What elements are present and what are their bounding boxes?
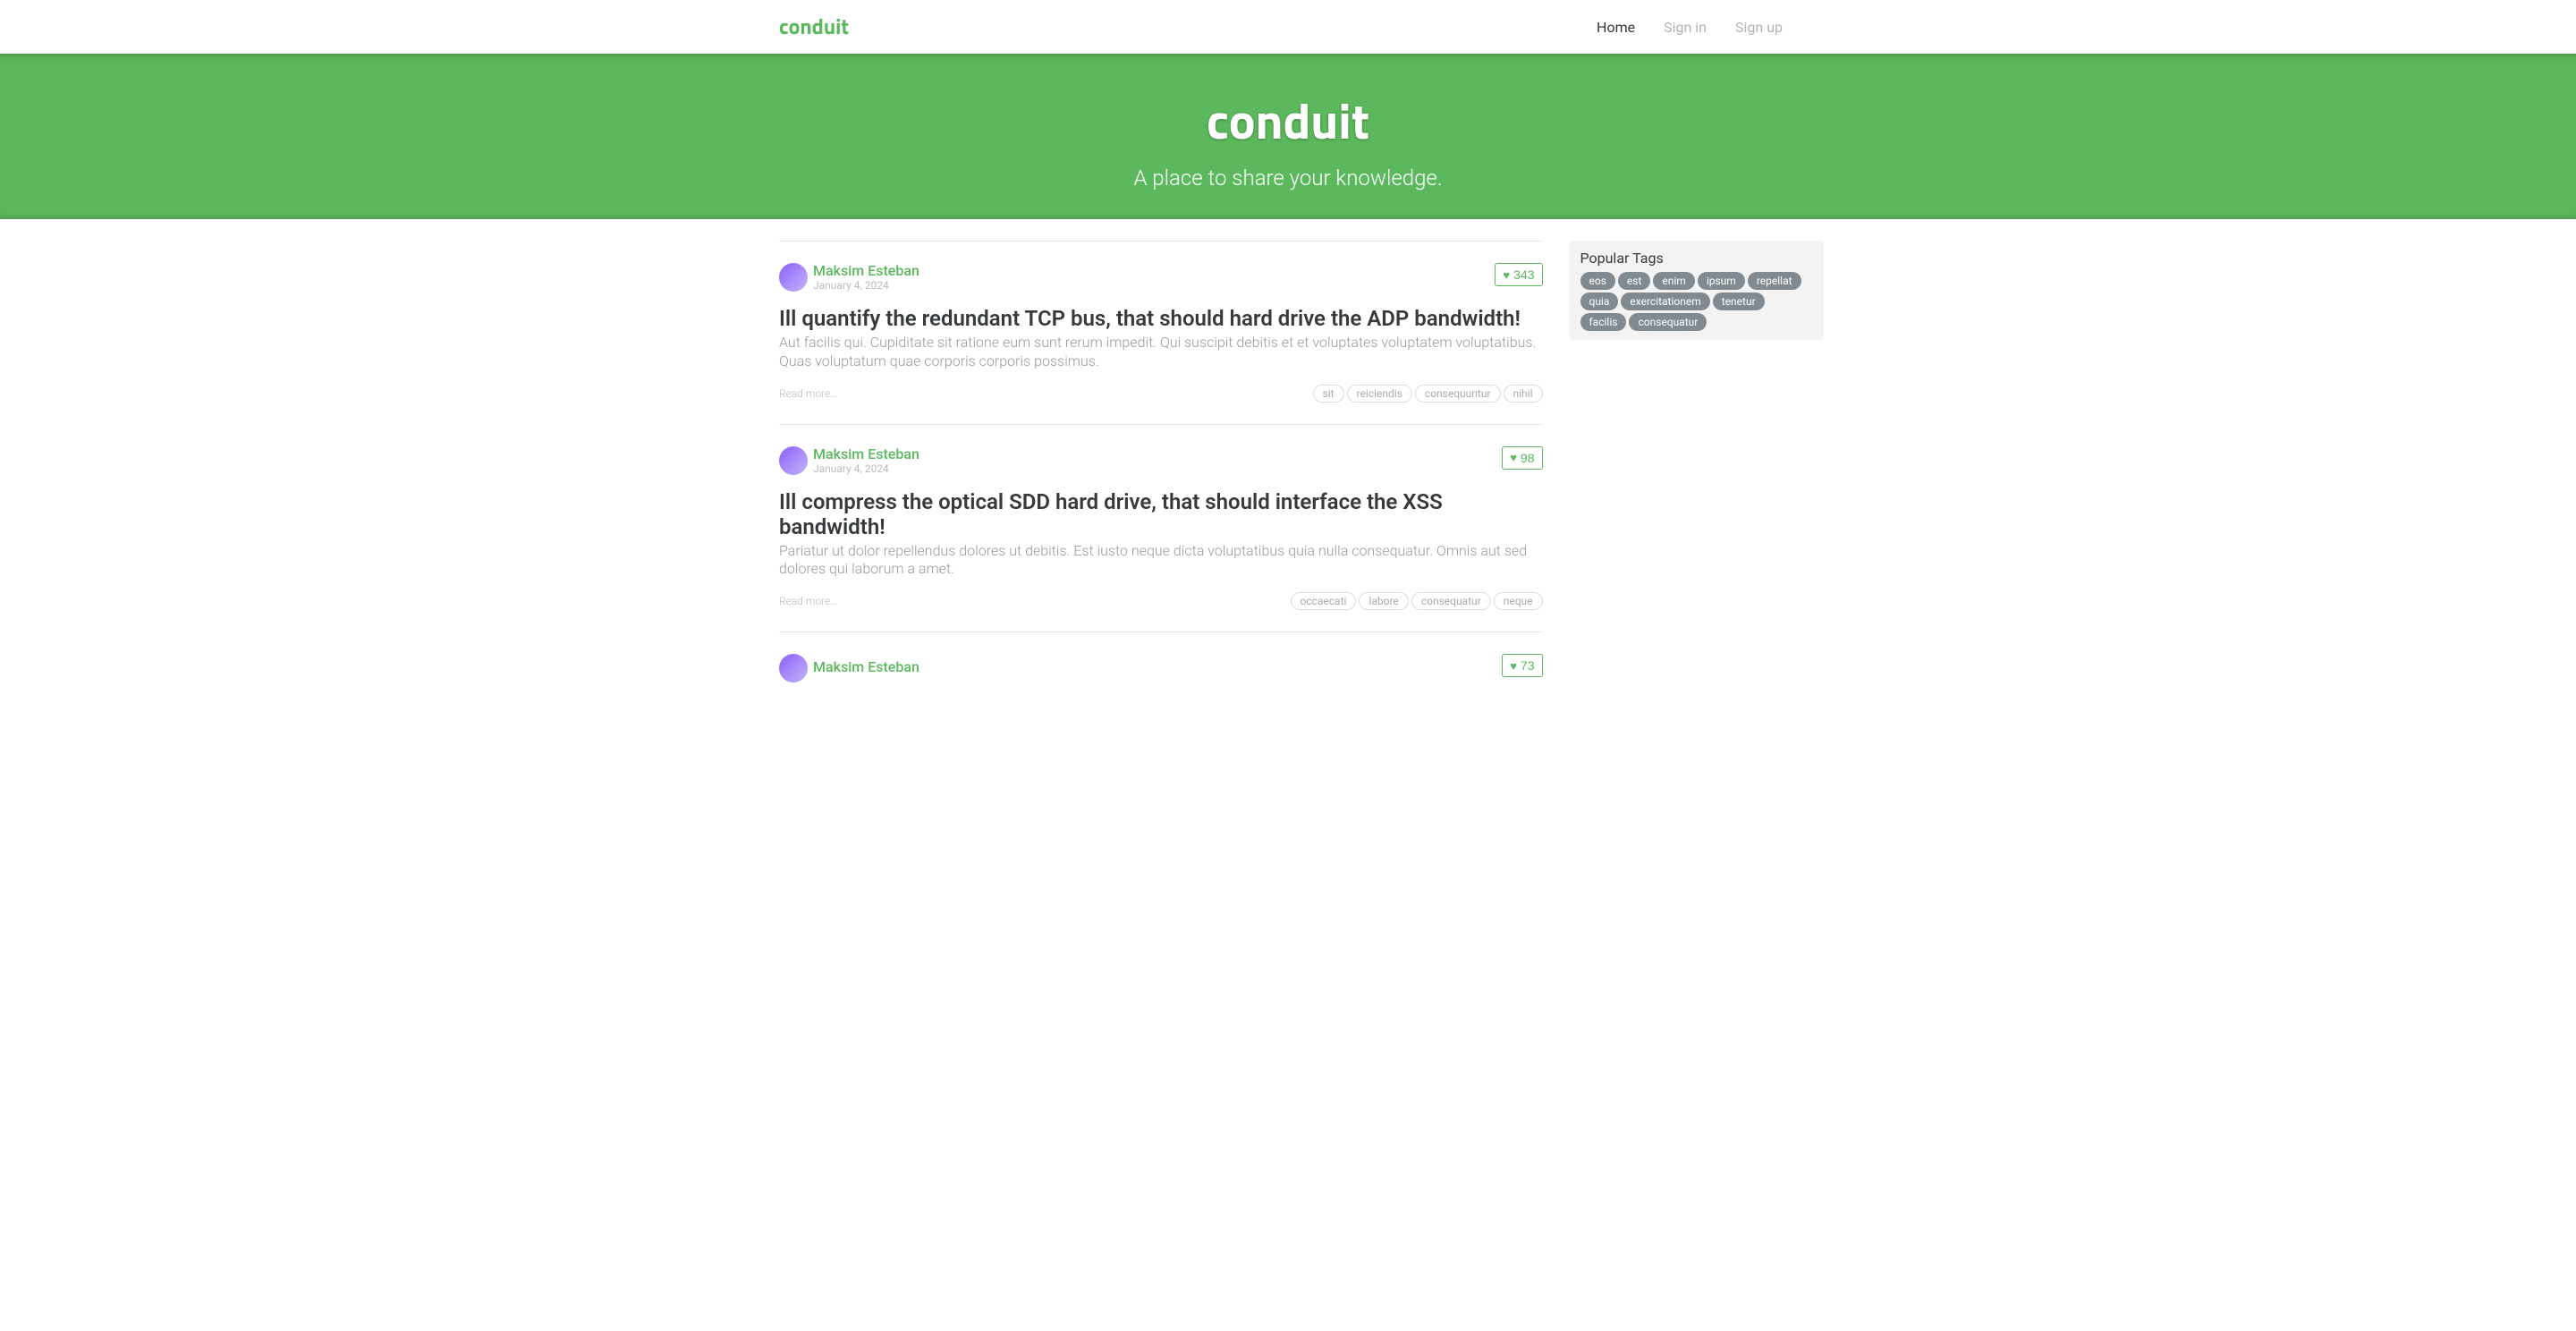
tag[interactable]: reiciendis xyxy=(1347,385,1412,403)
brand-logo[interactable]: conduit xyxy=(779,7,849,47)
article-preview: Maksim Esteban ♥ 73 xyxy=(779,632,1543,718)
article-info: Maksim Esteban xyxy=(813,660,919,676)
popular-tag[interactable]: enim xyxy=(1653,272,1694,290)
author-link[interactable]: Maksim Esteban xyxy=(813,447,919,462)
like-button[interactable]: ♥ 98 xyxy=(1502,446,1542,470)
heart-icon: ♥ xyxy=(1510,659,1517,673)
read-more-link[interactable]: Read more... xyxy=(779,595,838,607)
tag[interactable]: nihil xyxy=(1504,385,1543,403)
heart-icon: ♥ xyxy=(1503,268,1510,282)
article-title[interactable]: Ill quantify the redundant TCP bus, that… xyxy=(779,306,1543,331)
article-title[interactable]: Ill compress the optical SDD hard drive,… xyxy=(779,489,1543,539)
tag[interactable]: consequuntur xyxy=(1415,385,1501,403)
nav-signin[interactable]: Sign in xyxy=(1649,12,1721,43)
article-preview: Maksim Esteban January 4, 2024 ♥ 98 Ill … xyxy=(779,424,1543,632)
article-tags: occaecati labore consequatur neque xyxy=(1291,592,1543,610)
article-preview: Maksim Esteban January 4, 2024 ♥ 343 Ill… xyxy=(779,241,1543,424)
popular-tag[interactable]: facilis xyxy=(1580,313,1627,331)
tag[interactable]: neque xyxy=(1494,592,1543,610)
like-button[interactable]: ♥ 343 xyxy=(1495,263,1542,286)
popular-tag[interactable]: exercitationem xyxy=(1621,292,1709,310)
nav-home[interactable]: Home xyxy=(1582,12,1649,43)
article-date: January 4, 2024 xyxy=(813,280,919,291)
like-count: 343 xyxy=(1513,267,1534,282)
article-meta: Maksim Esteban January 4, 2024 ♥ 343 xyxy=(779,263,1543,292)
read-more-link[interactable]: Read more... xyxy=(779,387,838,400)
popular-tag[interactable]: consequatur xyxy=(1629,313,1707,331)
heart-icon: ♥ xyxy=(1510,451,1517,464)
article-meta: Maksim Esteban ♥ 73 xyxy=(779,654,1543,682)
banner-subtitle: A place to share your knowledge. xyxy=(29,165,2547,191)
article-description: Pariatur ut dolor repellendus dolores ut… xyxy=(779,542,1543,580)
article-date: January 4, 2024 xyxy=(813,463,919,474)
popular-tag[interactable]: ipsum xyxy=(1698,272,1745,290)
article-footer: Read more... sit reiciendis consequuntur… xyxy=(779,385,1543,403)
author-link[interactable]: Maksim Esteban xyxy=(813,660,919,674)
sidebar-column: Popular Tags eos est enim ipsum repellat… xyxy=(1570,241,1825,718)
article-info: Maksim Esteban January 4, 2024 xyxy=(813,264,919,291)
nav-links: Home Sign in Sign up xyxy=(1582,12,1797,43)
popular-tag[interactable]: eos xyxy=(1580,272,1615,290)
article-meta: Maksim Esteban January 4, 2024 ♥ 98 xyxy=(779,446,1543,475)
popular-tag[interactable]: est xyxy=(1618,272,1650,290)
tag[interactable]: sit xyxy=(1313,385,1344,403)
article-info: Maksim Esteban January 4, 2024 xyxy=(813,447,919,474)
like-count: 98 xyxy=(1521,451,1535,465)
like-button[interactable]: ♥ 73 xyxy=(1502,654,1542,677)
tag[interactable]: consequatur xyxy=(1411,592,1491,610)
tag[interactable]: occaecati xyxy=(1291,592,1357,610)
article-tags: sit reiciendis consequuntur nihil xyxy=(1313,385,1543,403)
main-container: Maksim Esteban January 4, 2024 ♥ 343 Ill… xyxy=(765,241,1811,718)
like-count: 73 xyxy=(1521,658,1535,673)
banner: conduit A place to share your knowledge. xyxy=(0,54,2576,219)
nav-signup[interactable]: Sign up xyxy=(1721,12,1797,43)
popular-tag[interactable]: tenetur xyxy=(1713,292,1765,310)
popular-tag[interactable]: quia xyxy=(1580,292,1619,310)
author-link[interactable]: Maksim Esteban xyxy=(813,264,919,278)
feed-column: Maksim Esteban January 4, 2024 ♥ 343 Ill… xyxy=(779,241,1543,718)
sidebar-title: Popular Tags xyxy=(1580,250,1814,267)
avatar[interactable] xyxy=(779,654,808,682)
banner-title: conduit xyxy=(29,82,2547,165)
avatar[interactable] xyxy=(779,446,808,475)
article-footer: Read more... occaecati labore consequatu… xyxy=(779,592,1543,610)
tag[interactable]: labore xyxy=(1359,592,1408,610)
popular-tags-list: eos est enim ipsum repellat quia exercit… xyxy=(1580,272,1814,331)
popular-tags-box: Popular Tags eos est enim ipsum repellat… xyxy=(1570,241,1825,340)
article-description: Aut facilis qui. Cupiditate sit ratione … xyxy=(779,334,1543,371)
navbar: conduit Home Sign in Sign up xyxy=(765,0,1811,54)
avatar[interactable] xyxy=(779,263,808,292)
popular-tag[interactable]: repellat xyxy=(1748,272,1801,290)
